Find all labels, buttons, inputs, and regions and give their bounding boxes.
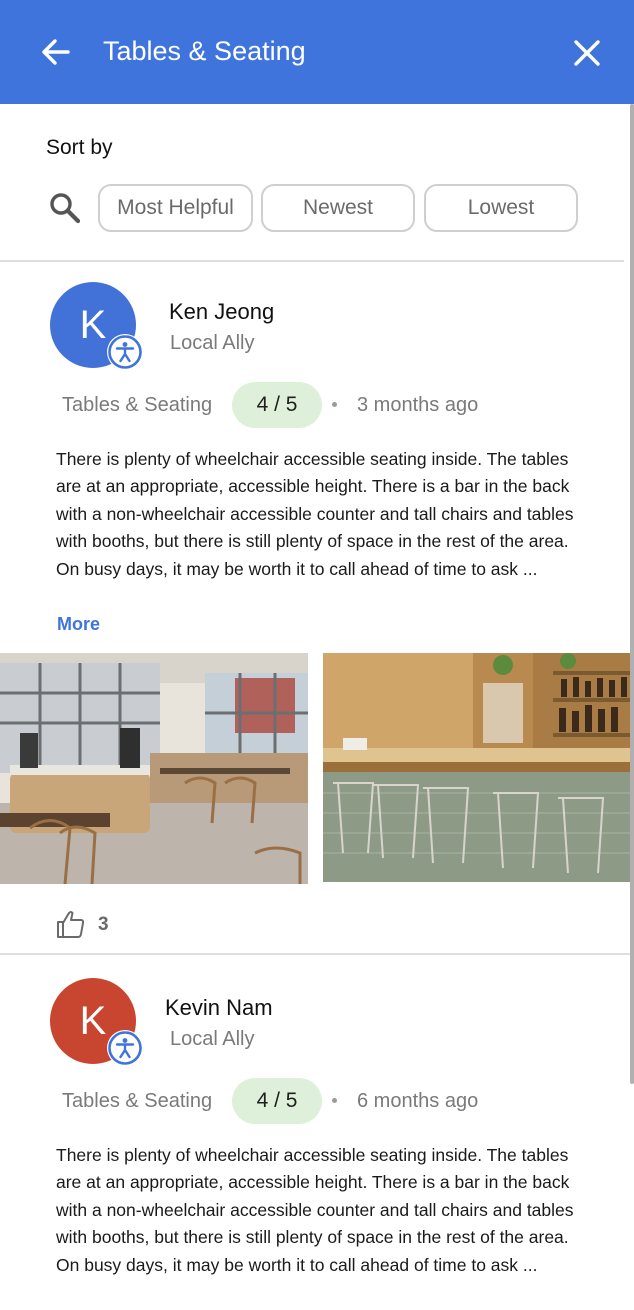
avatar-letter: K (79, 998, 107, 1043)
scrollbar[interactable] (630, 104, 634, 1084)
reviewer-name[interactable]: Kevin Nam (165, 994, 273, 1022)
review-text: There is plenty of wheelchair accessible… (56, 1145, 574, 1275)
rating-badge: 4 / 5 (232, 1078, 322, 1124)
review-timestamp: 6 months ago (357, 1090, 479, 1112)
separator-dot (332, 1098, 337, 1103)
ally-badge (107, 1030, 143, 1066)
reviewer-role: Local Ally (170, 1028, 255, 1050)
accessibility-icon (108, 1031, 142, 1065)
review-category: Tables & Seating (62, 1090, 213, 1112)
review-card: K Kevin Nam Local Ally Tables & Seating … (0, 0, 634, 1310)
